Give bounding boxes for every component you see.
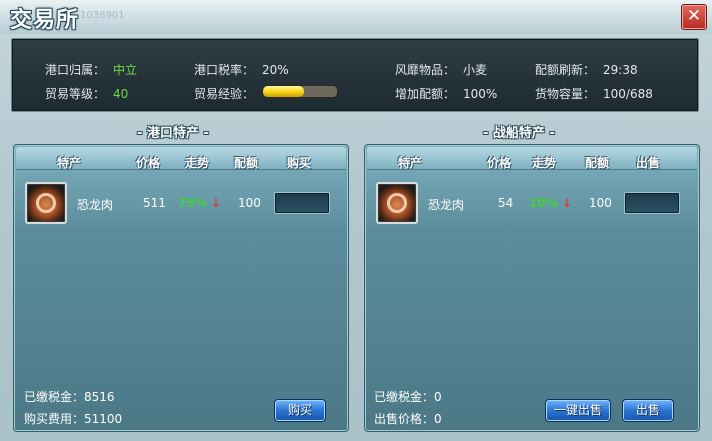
tax-paid: 已缴税金：0 bbox=[374, 388, 442, 405]
buy-cost: 购买费用：51100 bbox=[24, 410, 122, 427]
sell-price-label: 出售价格： bbox=[374, 412, 435, 426]
close-button[interactable]: ✕ bbox=[681, 4, 707, 30]
popular-goods: 风靡物品： 小麦 bbox=[395, 61, 487, 78]
buy-cost-value: 51100 bbox=[84, 412, 123, 426]
popular-goods-label: 风靡物品： bbox=[395, 63, 456, 77]
cargo-capacity: 货物容量： 100/688 bbox=[535, 85, 653, 102]
title-watermark: 1038901 bbox=[80, 10, 125, 21]
buy-quantity-input[interactable] bbox=[274, 192, 330, 214]
trade-exp-fill bbox=[263, 86, 304, 97]
trade-exp-bar bbox=[262, 85, 338, 98]
port-owner: 港口归属： 中立 bbox=[45, 61, 137, 78]
tax-rate-value: 20% bbox=[262, 63, 289, 77]
col-price: 价格 bbox=[487, 156, 512, 170]
col-item: 特产 bbox=[57, 156, 82, 170]
col-trend: 走势 bbox=[532, 156, 557, 170]
cargo-capacity-label: 货物容量： bbox=[535, 87, 596, 101]
tax-paid: 已缴税金：8516 bbox=[24, 388, 115, 405]
col-quota: 配额 bbox=[234, 156, 259, 170]
item-trend: 79% ↓ bbox=[178, 196, 221, 210]
item-price: 511 bbox=[143, 196, 166, 210]
port-goods-panel: 特产 价格 走势 配额 购买 恐龙肉 511 79% ↓ 100 已缴税金：851… bbox=[13, 144, 349, 432]
item-name: 恐龙肉 bbox=[77, 198, 114, 212]
buy-cost-label: 购买费用： bbox=[24, 412, 85, 426]
ship-goods-panel: 特产 价格 走势 配额 出售 恐龙肉 54 10% ↓ 100 已缴税金：0 出售… bbox=[364, 144, 700, 432]
item-price: 54 bbox=[498, 196, 514, 210]
buy-button[interactable]: 购买 bbox=[274, 399, 326, 422]
col-price: 价格 bbox=[136, 156, 161, 170]
item-quota: 100 bbox=[238, 196, 261, 210]
port-owner-label: 港口归属： bbox=[45, 63, 106, 77]
arrow-down-icon: ↓ bbox=[561, 196, 572, 210]
sell-price-value: 0 bbox=[434, 412, 442, 426]
col-item: 特产 bbox=[398, 156, 423, 170]
trade-level: 贸易等级： 40 bbox=[45, 85, 128, 102]
sell-all-button[interactable]: 一键出售 bbox=[545, 399, 611, 422]
quota-refresh-value: 29:38 bbox=[603, 63, 638, 77]
col-trend: 走势 bbox=[185, 156, 210, 170]
trend-percent: 10% bbox=[529, 196, 558, 210]
sell-quantity-input[interactable] bbox=[624, 192, 680, 214]
dinosaur-meat-icon[interactable] bbox=[376, 182, 418, 224]
window-title: 交易所 bbox=[10, 8, 80, 33]
trade-exp: 贸易经验： bbox=[194, 85, 254, 102]
extra-quota-value: 100% bbox=[463, 87, 498, 101]
extra-quota: 增加配额： 100% bbox=[395, 85, 497, 102]
quota-refresh: 配额刷新： 29:38 bbox=[535, 61, 638, 78]
tax-paid-value: 0 bbox=[434, 390, 442, 404]
cargo-capacity-value: 100/688 bbox=[603, 87, 653, 101]
col-buy: 购买 bbox=[287, 156, 312, 170]
extra-quota-label: 增加配额： bbox=[395, 87, 456, 101]
tax-rate-label: 港口税率： bbox=[194, 63, 255, 77]
dinosaur-meat-icon[interactable] bbox=[25, 182, 67, 224]
port-specialties-title: - 港口特产 - bbox=[137, 126, 209, 141]
quota-refresh-label: 配额刷新： bbox=[535, 63, 596, 77]
item-trend: 10% ↓ bbox=[529, 196, 572, 210]
tax-rate: 港口税率： 20% bbox=[194, 61, 289, 78]
item-quota: 100 bbox=[589, 196, 612, 210]
trade-level-label: 贸易等级： bbox=[45, 87, 106, 101]
item-name: 恐龙肉 bbox=[428, 198, 465, 212]
title-bar: 交易所 1038901 ✕ bbox=[0, 0, 712, 34]
popular-goods-value: 小麦 bbox=[463, 63, 488, 77]
sell-button[interactable]: 出售 bbox=[622, 399, 674, 422]
ship-specialties-title: - 战船特产 - bbox=[483, 126, 555, 141]
trend-percent: 79% bbox=[178, 196, 207, 210]
trade-level-value: 40 bbox=[113, 87, 129, 101]
tax-paid-label: 已缴税金： bbox=[24, 390, 85, 404]
tax-paid-value: 8516 bbox=[84, 390, 115, 404]
tax-paid-label: 已缴税金： bbox=[374, 390, 435, 404]
arrow-down-icon: ↓ bbox=[210, 196, 221, 210]
col-quota: 配额 bbox=[585, 156, 610, 170]
sell-price: 出售价格：0 bbox=[374, 410, 442, 427]
trade-exp-label: 贸易经验： bbox=[194, 87, 255, 101]
col-sell: 出售 bbox=[636, 156, 661, 170]
port-owner-value: 中立 bbox=[113, 63, 138, 77]
